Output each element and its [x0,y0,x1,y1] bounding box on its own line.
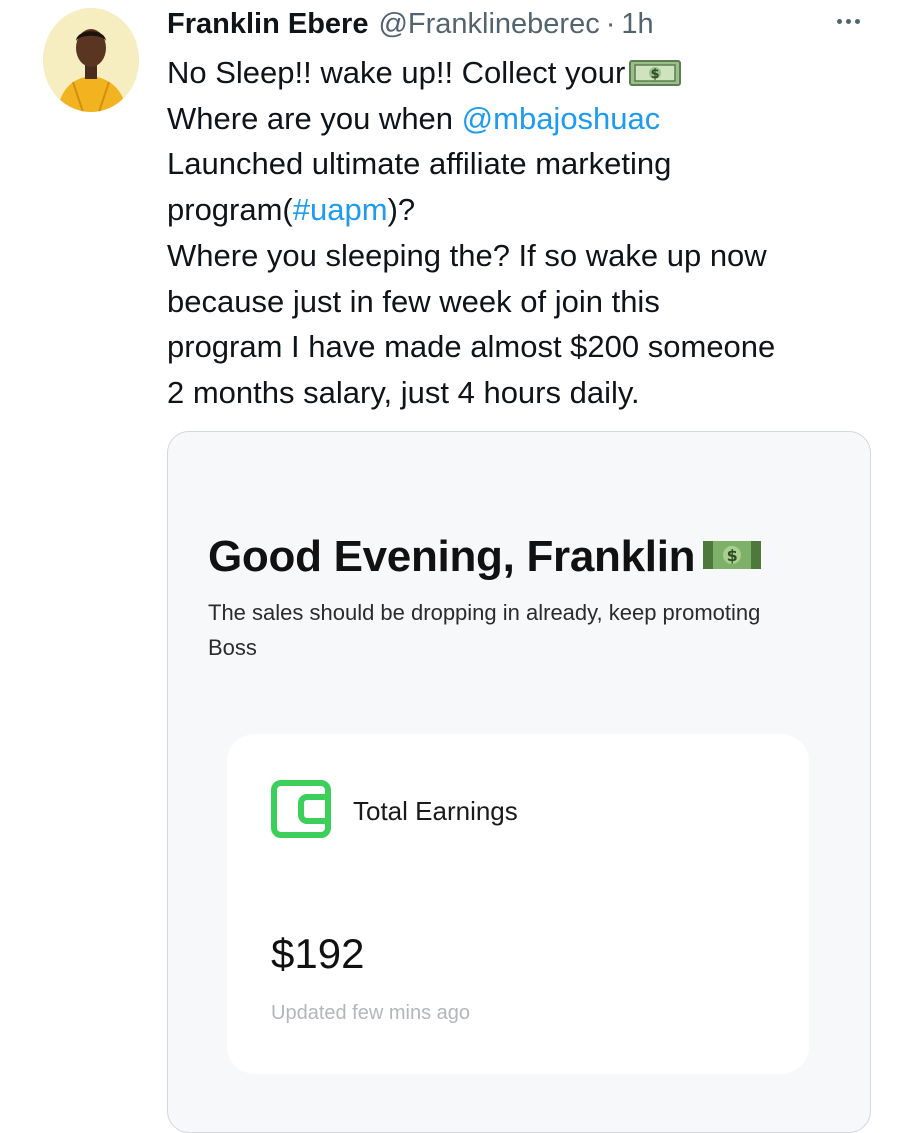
attached-screenshot[interactable]: Good Evening, Franklin $ The sales should… [167,431,871,1133]
money-bill-icon: $ [629,60,682,86]
updated-note: Updated few mins ago [271,1002,471,1024]
svg-text:$: $ [727,546,738,565]
more-dots-icon[interactable] [828,8,868,34]
avatar[interactable] [43,8,139,112]
tweet-timestamp[interactable]: 1h [621,2,653,46]
svg-text:$: $ [651,67,660,82]
tweet-line: because just in few week of join this [167,283,660,319]
tweet-line: program(#uapm)? [167,192,416,228]
separator-dot: · [605,8,616,40]
tweet-line: 2 months salary, just 4 hours daily. [167,374,640,410]
tweet-line: program I have made almost $200 someone [167,329,776,365]
greeting-heading: Good Evening, Franklin $ [208,532,762,582]
tweet-text: No Sleep!! wake up!! Collect your $ Where… [167,50,887,416]
avatar-photo-icon [43,8,139,112]
wallet-icon [271,780,331,838]
earnings-card: Total Earnings $192 Updated few mins ago [227,734,809,1074]
tweet: Franklin Ebere @Franklineberec · 1h No S… [0,0,914,1133]
earnings-label: Total Earnings [353,796,518,826]
author-name[interactable]: Franklin Ebere [167,2,368,46]
hashtag-link[interactable]: #uapm [293,192,388,227]
author-handle[interactable]: @Franklineberec [378,2,599,46]
greeting-subtitle: The sales should be dropping in already,… [208,600,761,660]
tweet-line: Where are you when @mbajoshuac [167,100,661,136]
money-bill-icon: $ [703,541,762,569]
earnings-amount: $192 [271,930,365,977]
mention-link[interactable]: @mbajoshuac [462,101,661,136]
tweet-header: Franklin Ebere @Franklineberec · 1h [167,2,854,46]
tweet-line: No Sleep!! wake up!! Collect your $ [167,50,887,96]
tweet-line: Launched ultimate affiliate marketing [167,146,672,182]
tweet-line: Where you sleeping the? If so wake up no… [167,237,767,273]
